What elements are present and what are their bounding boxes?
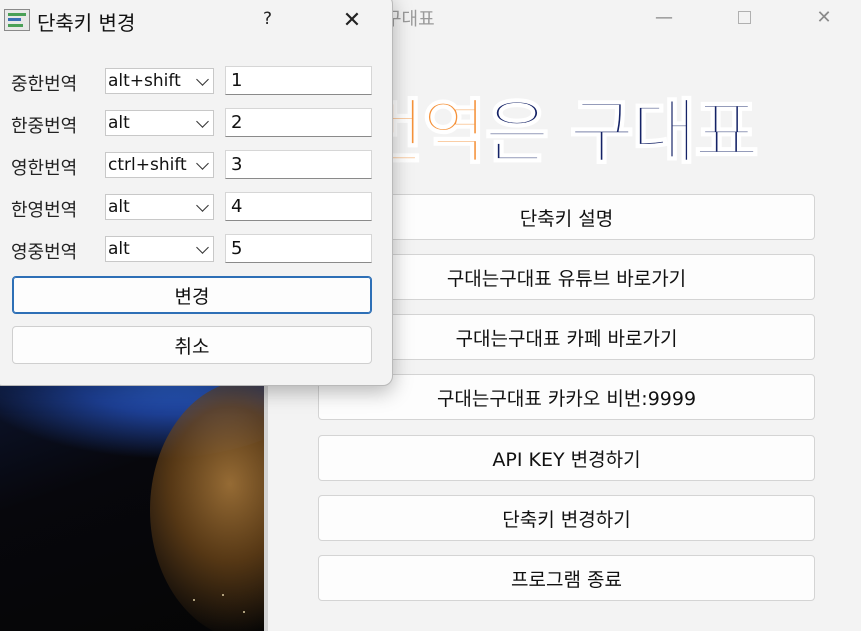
- dialog-close-button[interactable]: ✕: [333, 3, 371, 37]
- modifier-select[interactable]: alt: [105, 110, 214, 136]
- banner-orange-text: 번역: [390, 91, 488, 173]
- row-label: 영한번역: [11, 158, 78, 179]
- chevron-down-icon: [196, 73, 209, 86]
- row-label: 중한번역: [11, 74, 78, 95]
- banner: 번역은 구대표: [390, 90, 830, 185]
- help-button[interactable]: ?: [263, 9, 272, 29]
- modifier-select[interactable]: alt: [105, 194, 214, 220]
- chevron-down-icon: [196, 157, 209, 170]
- modifier-value: ctrl+shift: [108, 155, 187, 175]
- modifier-select[interactable]: ctrl+shift: [105, 152, 214, 178]
- maximize-icon: [737, 10, 751, 24]
- banner-navy-text: 은 구대표: [484, 91, 760, 173]
- chevron-down-icon: [196, 115, 209, 128]
- chevron-down-icon: [196, 241, 209, 254]
- dialog-titlebar: 단축키 변경 ? ✕: [0, 0, 392, 43]
- app-icon: [4, 9, 30, 31]
- cancel-button[interactable]: 취소: [12, 326, 372, 364]
- change-button[interactable]: 변경: [12, 276, 372, 314]
- key-input[interactable]: 1: [225, 66, 372, 95]
- key-input[interactable]: 5: [225, 234, 372, 263]
- kakao-button[interactable]: 구대는구대표 카카오 비번:9999: [318, 374, 815, 420]
- row-label: 한영번역: [11, 200, 78, 221]
- modifier-value: alt: [108, 197, 130, 217]
- dialog-title: 단축키 변경: [37, 11, 136, 35]
- key-input[interactable]: 3: [225, 150, 372, 179]
- key-input[interactable]: 4: [225, 192, 372, 221]
- modifier-value: alt: [108, 113, 130, 133]
- api-key-change-button[interactable]: API KEY 변경하기: [318, 435, 815, 481]
- maximize-button[interactable]: [718, 0, 770, 34]
- background-artwork: [0, 370, 268, 631]
- key-input[interactable]: 2: [225, 108, 372, 137]
- shortcut-dialog: 단축키 변경 ? ✕ 중한번역 alt+shift 1 한중번역 alt 2 영…: [0, 0, 393, 386]
- row-label: 한중번역: [11, 116, 78, 137]
- minimize-button[interactable]: —: [638, 0, 690, 34]
- modifier-value: alt: [108, 239, 130, 259]
- main-close-button[interactable]: ✕: [798, 0, 850, 34]
- modifier-select[interactable]: alt+shift: [105, 68, 214, 94]
- modifier-select[interactable]: alt: [105, 236, 214, 262]
- modifier-value: alt+shift: [108, 71, 181, 91]
- exit-program-button[interactable]: 프로그램 종료: [318, 555, 815, 601]
- row-label: 영중번역: [11, 242, 78, 263]
- chevron-down-icon: [196, 199, 209, 212]
- shortcut-change-button[interactable]: 단축키 변경하기: [318, 495, 815, 541]
